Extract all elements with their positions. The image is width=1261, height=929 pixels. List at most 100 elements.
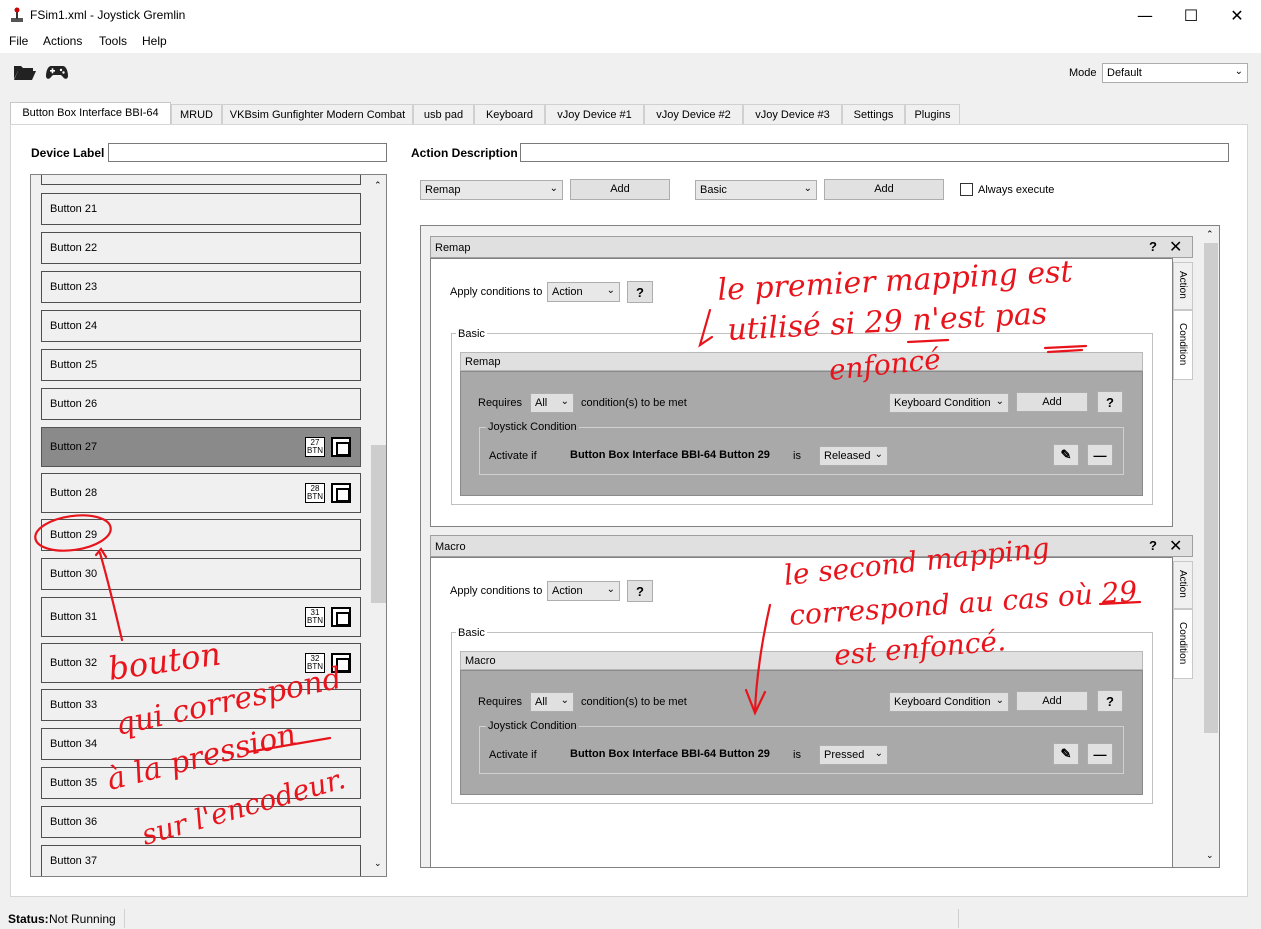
help-button[interactable]: ? [1097, 391, 1123, 413]
basic-label: Basic [456, 627, 487, 639]
mode-select[interactable]: Default ⌄ [1102, 63, 1248, 83]
macro-panel-header: Macro ? ✕ [430, 535, 1193, 557]
edit-button[interactable]: ✎ [1053, 743, 1079, 765]
menu-file[interactable]: File [9, 34, 28, 48]
action-scrollbar[interactable]: ⌃ ⌄ [1203, 226, 1219, 867]
side-tab-condition[interactable]: Condition [1173, 310, 1193, 380]
edit-button[interactable]: ✎ [1053, 444, 1079, 466]
tab-settings[interactable]: Settings [842, 104, 905, 124]
tab-vkbsim[interactable]: VKBsim Gunfighter Modern Combat [222, 104, 413, 124]
list-item[interactable]: Button 31 31 BTN [41, 597, 361, 637]
apply-conditions-select[interactable]: Action ⌄ [547, 282, 620, 302]
tab-usb-pad[interactable]: usb pad [413, 104, 474, 124]
list-item[interactable]: Button 25 [41, 349, 361, 381]
add-condition-button[interactable]: Add [1016, 392, 1088, 412]
side-tab-action[interactable]: Action [1173, 262, 1193, 310]
list-item[interactable]: Button 23 [41, 271, 361, 303]
status-divider [958, 909, 959, 928]
close-icon[interactable]: ✕ [1169, 536, 1182, 555]
list-item[interactable]: Button 28 28 BTN [41, 473, 361, 513]
list-item-selected[interactable]: Button 27 27 BTN [41, 427, 361, 467]
list-item[interactable]: Button 29 [41, 519, 361, 551]
minimize-button[interactable]: — [1122, 0, 1168, 31]
list-item[interactable]: Button 35 [41, 767, 361, 799]
device-label-label: Device Label [31, 146, 105, 160]
menu-actions[interactable]: Actions [43, 34, 82, 48]
chevron-down-icon: ⌄ [560, 695, 569, 706]
side-tab-action[interactable]: Action [1173, 561, 1193, 609]
pencil-icon: ✎ [1060, 447, 1072, 462]
help-button[interactable]: ? [1097, 690, 1123, 712]
open-folder-icon[interactable] [13, 63, 37, 81]
conditions-met-label: condition(s) to be met [581, 397, 687, 409]
action-type-select[interactable]: Remap ⌄ [420, 180, 563, 200]
list-item[interactable]: Button 30 [41, 558, 361, 590]
scroll-thumb[interactable] [1204, 243, 1218, 733]
list-item[interactable] [41, 175, 361, 185]
list-item[interactable]: Button 33 [41, 689, 361, 721]
remove-button[interactable]: — [1087, 743, 1113, 765]
apply-conditions-select[interactable]: Action ⌄ [547, 581, 620, 601]
gamepad-icon[interactable] [45, 63, 69, 81]
maximize-button[interactable]: ☐ [1168, 0, 1214, 31]
scroll-down-icon[interactable]: ⌄ [374, 859, 382, 869]
joystick-app-icon [11, 7, 23, 22]
add-action-button[interactable]: Add [570, 179, 670, 200]
help-icon[interactable]: ? [1149, 538, 1157, 553]
list-item[interactable]: Button 26 [41, 388, 361, 420]
scroll-up-icon[interactable]: ⌃ [1206, 230, 1214, 240]
tab-vjoy-3[interactable]: vJoy Device #3 [743, 104, 842, 124]
list-item[interactable]: Button 32 32 BTN [41, 643, 361, 683]
list-item[interactable]: Button 24 [41, 310, 361, 342]
menu-bar: File Actions Tools Help [0, 31, 1261, 53]
list-item[interactable]: Button 21 [41, 193, 361, 225]
tab-plugins[interactable]: Plugins [905, 104, 960, 124]
remap-panel-title: Remap [435, 242, 471, 254]
container-type-select[interactable]: Basic ⌄ [695, 180, 817, 200]
help-button[interactable]: ? [627, 281, 653, 303]
button-list: Button 21 Button 22 Button 23 Button 24 … [30, 174, 387, 877]
list-item[interactable]: Button 34 [41, 728, 361, 760]
activate-if-label: Activate if [489, 749, 537, 761]
inner-header: Macro [460, 651, 1143, 670]
tab-vjoy-2[interactable]: vJoy Device #2 [644, 104, 743, 124]
condition-type-select[interactable]: Keyboard Condition ⌄ [889, 692, 1009, 712]
list-item[interactable]: Button 22 [41, 232, 361, 264]
state-select[interactable]: Pressed ⌄ [819, 745, 888, 765]
help-button[interactable]: ? [627, 580, 653, 602]
tab-vjoy-1[interactable]: vJoy Device #1 [545, 104, 644, 124]
help-icon[interactable]: ? [1149, 239, 1157, 254]
state-select[interactable]: Released ⌄ [819, 446, 888, 466]
list-scrollbar[interactable]: ⌃ ⌄ [370, 175, 386, 876]
side-tab-condition[interactable]: Condition [1173, 609, 1193, 679]
device-label-input[interactable] [108, 143, 387, 162]
scroll-down-icon[interactable]: ⌄ [1206, 851, 1214, 861]
joystick-condition-label: Joystick Condition [486, 720, 579, 732]
mode-label: Mode [1069, 67, 1097, 79]
requires-select[interactable]: All ⌄ [530, 692, 574, 712]
list-item[interactable]: Button 36 [41, 806, 361, 838]
tab-mrud[interactable]: MRUD [171, 104, 222, 124]
list-item[interactable]: Button 37 [41, 845, 361, 876]
add-condition-button[interactable]: Add [1016, 691, 1088, 711]
close-icon[interactable]: ✕ [1169, 237, 1182, 256]
input-name: Button Box Interface BBI-64 Button 29 [570, 748, 770, 760]
menu-tools[interactable]: Tools [99, 34, 127, 48]
scroll-thumb[interactable] [371, 445, 386, 603]
button-badge-icon: 27 BTN [305, 437, 325, 457]
tab-keyboard[interactable]: Keyboard [474, 104, 545, 124]
action-description-input[interactable] [520, 143, 1229, 162]
scroll-up-icon[interactable]: ⌃ [374, 181, 382, 191]
status-bar: Status: Not Running [0, 908, 1261, 929]
condition-type-select[interactable]: Keyboard Condition ⌄ [889, 393, 1009, 413]
remap-action-icon [331, 437, 351, 457]
requires-select[interactable]: All ⌄ [530, 393, 574, 413]
tab-bbi64[interactable]: Button Box Interface BBI-64 [10, 102, 171, 125]
close-window-button[interactable]: ✕ [1214, 0, 1260, 31]
menu-help[interactable]: Help [142, 34, 167, 48]
status-divider [124, 909, 125, 928]
always-execute-checkbox[interactable] [960, 183, 973, 196]
remap-action-icon [331, 653, 351, 673]
remove-button[interactable]: — [1087, 444, 1113, 466]
add-container-button[interactable]: Add [824, 179, 944, 200]
